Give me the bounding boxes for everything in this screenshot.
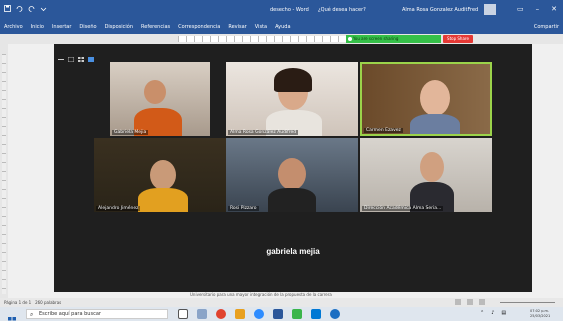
- windows-start-icon[interactable]: [8, 310, 16, 321]
- clock-time: 07:02 p.m.: [530, 309, 550, 313]
- excel-app-icon[interactable]: [292, 309, 302, 319]
- quick-access-toolbar: [4, 5, 47, 12]
- zoom-layout-icon[interactable]: [67, 47, 75, 63]
- file-explorer-icon[interactable]: [197, 309, 207, 319]
- outlook-app-icon[interactable]: [311, 309, 321, 319]
- ruler-marks-vertical: [2, 54, 6, 294]
- volume-icon[interactable]: ♪: [491, 310, 494, 316]
- tab-referencias[interactable]: Referencias: [141, 24, 170, 30]
- participant-name: Carmen Ezavez: [364, 128, 403, 133]
- participant-name: Alma Rosa González Audifred: [228, 130, 299, 135]
- screen-sharing-banner: You are screen sharing: [346, 35, 441, 43]
- system-tray: ⌃ ♪ ▤: [480, 310, 506, 316]
- page-info[interactable]: Página 1 de 1: [4, 300, 31, 305]
- tab-ayuda[interactable]: Ayuda: [275, 24, 290, 30]
- customize-qat-icon[interactable]: [40, 5, 47, 12]
- participant-video-body: [268, 188, 316, 212]
- participant-name: Alejandro Jiménez: [96, 206, 141, 211]
- view-buttons: [455, 299, 485, 305]
- search-placeholder: Escribe aquí para buscar: [39, 311, 101, 317]
- participant-video: [150, 160, 176, 190]
- zoom-window-controls: [58, 47, 94, 63]
- chrome-icon[interactable]: [216, 309, 226, 319]
- tab-insertar[interactable]: Insertar: [52, 24, 71, 30]
- taskbar-apps: [178, 309, 340, 319]
- ribbon-options-icon[interactable]: ▭: [517, 5, 524, 13]
- folder-icon[interactable]: [235, 309, 245, 319]
- sharing-status-text: You are screen sharing: [353, 36, 399, 41]
- participant-video: [144, 80, 166, 104]
- participant-name: Gabriela Mejia: [112, 130, 149, 135]
- participant-video-body: [410, 114, 460, 134]
- zoom-app-icon[interactable]: [254, 309, 264, 319]
- tab-disposicion[interactable]: Disposición: [105, 24, 133, 30]
- ruler-marks: [178, 36, 348, 42]
- participant-tile[interactable]: Rosi Pizzaro: [226, 138, 358, 212]
- horizontal-ruler: [8, 34, 563, 44]
- network-icon[interactable]: ⌃: [480, 310, 484, 316]
- language-icon[interactable]: ▤: [501, 310, 506, 316]
- participant-hair: [274, 68, 312, 92]
- save-icon[interactable]: [4, 5, 11, 12]
- avatar[interactable]: [484, 4, 496, 15]
- read-mode-icon[interactable]: [455, 299, 461, 305]
- taskbar-search-box[interactable]: ⌕ Escribe aquí para buscar: [26, 309, 168, 319]
- tab-vista[interactable]: Vista: [255, 24, 267, 30]
- sharing-indicator-icon: [348, 37, 352, 41]
- active-speaker-name: gabriela mejia: [266, 247, 320, 256]
- tell-me-search[interactable]: ¿Qué desea hacer?: [318, 7, 366, 13]
- user-name[interactable]: Alma Rosa Gonzalez AuditFred: [402, 7, 478, 13]
- zoom-minimize-icon[interactable]: [58, 47, 64, 60]
- participant-tile-active[interactable]: Carmen Ezavez: [360, 62, 492, 136]
- minimize-icon[interactable]: –: [536, 5, 540, 13]
- status-page-info[interactable]: Página 1 de 1 260 palabras: [4, 300, 61, 305]
- zoom-view-icon[interactable]: [88, 47, 94, 62]
- zoom-slider[interactable]: [500, 302, 555, 303]
- tab-inicio[interactable]: Inicio: [31, 24, 44, 30]
- windows-taskbar: ⌕ Escribe aquí para buscar ⌃ ♪ ▤ 07:02 p…: [0, 307, 563, 321]
- stop-share-button[interactable]: Stop Share: [443, 35, 473, 43]
- web-layout-icon[interactable]: [479, 299, 485, 305]
- screen: desecho - Word ¿Qué desea hacer? Alma Ro…: [0, 0, 563, 321]
- tab-archivo[interactable]: Archivo: [4, 24, 23, 30]
- task-view-icon[interactable]: [178, 309, 188, 319]
- tab-revisar[interactable]: Revisar: [228, 24, 246, 30]
- participant-video: [420, 80, 450, 116]
- zoom-grid-icon[interactable]: [78, 47, 84, 62]
- word-title-bar: desecho - Word ¿Qué desea hacer? Alma Ro…: [0, 0, 563, 20]
- tab-correspondencia[interactable]: Correspondencia: [178, 24, 220, 30]
- share-button[interactable]: Compartir: [534, 24, 559, 30]
- zoom-gallery-window: Gabriela Mejia Alma Rosa González Audifr…: [54, 44, 532, 292]
- clock-date: 25/03/2021: [530, 313, 551, 318]
- tab-diseno[interactable]: Diseño: [79, 24, 96, 30]
- ribbon-tabs: Archivo Inicio Insertar Diseño Disposici…: [0, 20, 563, 34]
- participant-tile[interactable]: Gabriela Mejia: [110, 62, 210, 136]
- search-icon: ⌕: [30, 311, 34, 318]
- participant-video: [278, 158, 306, 190]
- document-title: desecho - Word: [270, 7, 309, 13]
- word-app-icon[interactable]: [273, 309, 283, 319]
- participant-tile[interactable]: Alejandro Jiménez: [94, 138, 226, 212]
- word-count[interactable]: 260 palabras: [35, 300, 61, 305]
- word-status-bar: Página 1 de 1 260 palabras: [0, 298, 563, 307]
- participant-video: [420, 152, 444, 182]
- window-controls: ▭ – ✕: [517, 5, 557, 13]
- participant-tile[interactable]: Dirección Académica Alma Seria...: [360, 138, 492, 212]
- close-icon[interactable]: ✕: [551, 5, 557, 13]
- participant-tile[interactable]: Alma Rosa González Audifred: [226, 62, 358, 136]
- document-text[interactable]: Universitario para una mayor integración…: [190, 292, 390, 297]
- print-layout-icon[interactable]: [467, 299, 473, 305]
- system-clock[interactable]: 07:02 p.m. 25/03/2021: [530, 309, 550, 318]
- edge-icon[interactable]: [330, 309, 340, 319]
- participant-video-body: [138, 188, 188, 212]
- participant-name: Rosi Pizzaro: [228, 206, 259, 211]
- undo-icon[interactable]: [16, 5, 23, 12]
- vertical-ruler: [0, 34, 8, 298]
- redo-icon[interactable]: [28, 5, 35, 12]
- participant-name: Dirección Académica Alma Seria...: [362, 206, 444, 211]
